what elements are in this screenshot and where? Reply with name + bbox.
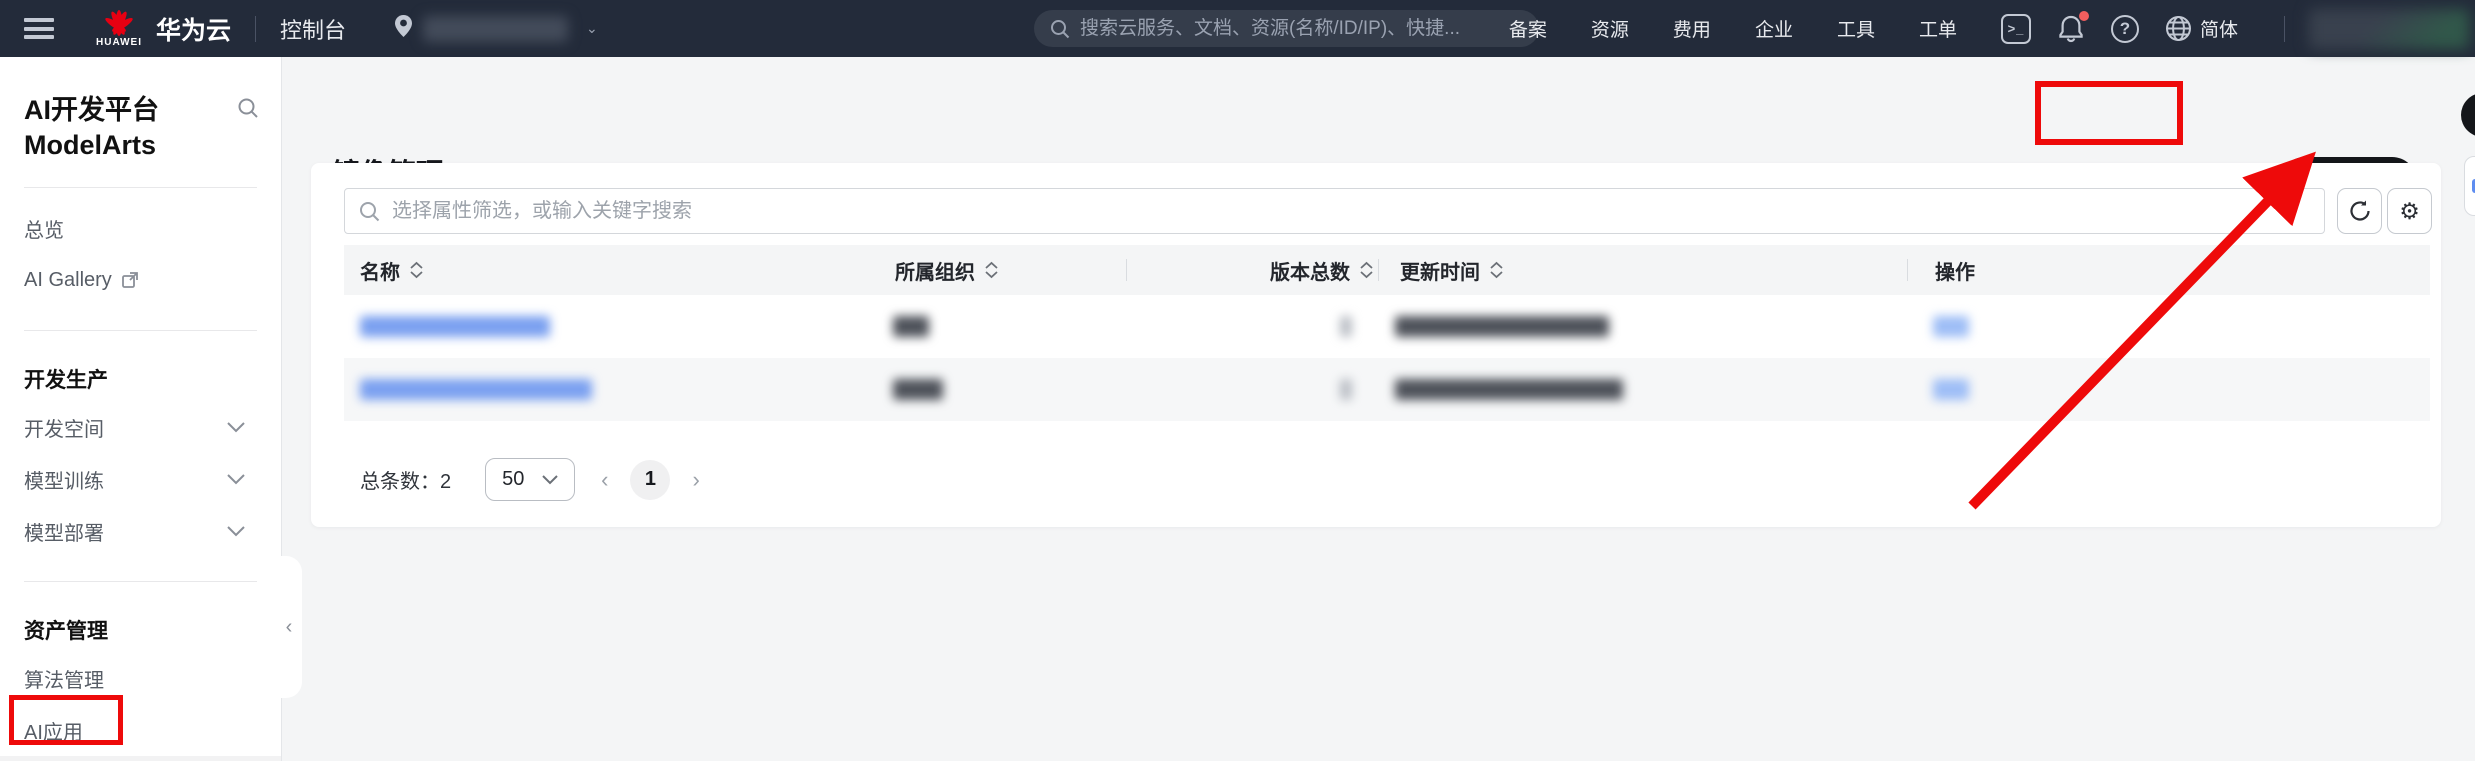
sidebar: AI开发平台 ModelArts 总览 AI Gallery 开发生产 开发空间… (0, 57, 282, 761)
sidebar-collapse-handle[interactable]: ‹ (276, 556, 302, 698)
search-icon (360, 201, 380, 221)
sidebar-section-dev: 开发生产 (24, 369, 108, 393)
search-icon (1051, 19, 1070, 38)
nav-link-billing[interactable]: 费用 (1673, 15, 1711, 42)
notifications-button[interactable] (2057, 10, 2089, 44)
pagination: 总条数：2 50 ‹ 1 › (360, 458, 700, 501)
table-settings-button[interactable]: ⚙ (2387, 188, 2432, 234)
refresh-icon (2349, 200, 2370, 221)
action-link-redacted[interactable] (1933, 379, 1969, 400)
top-navbar: HUAWEI 华为云 控制台 ⌄ 备案 资源 费用 企业 工具 工单 (0, 0, 2475, 57)
modelarts-image-management-screen: HUAWEI 华为云 控制台 ⌄ 备案 资源 费用 企业 工具 工单 (0, 0, 2475, 761)
help-button[interactable]: ? (2110, 14, 2139, 43)
gear-icon: ⚙ (2399, 197, 2420, 224)
global-search[interactable] (1034, 10, 1539, 47)
divider (24, 330, 257, 332)
language-label: 简体 (2199, 20, 2238, 41)
refresh-button[interactable] (2337, 188, 2382, 234)
column-divider (1907, 259, 1908, 281)
divider (24, 187, 257, 189)
terminal-icon: >_ (2000, 13, 2031, 44)
nav-link-resources[interactable]: 资源 (1591, 15, 1629, 42)
nav-link-enterprise[interactable]: 企业 (1755, 15, 1793, 42)
images-table: 名称 所属组织 版本总数 更新时间 操作 (344, 245, 2430, 421)
sidebar-item-ai-gallery[interactable]: AI Gallery (0, 254, 281, 306)
huawei-logo-text: HUAWEI (96, 37, 142, 48)
updated-time-cell-redacted (1395, 316, 1609, 337)
console-link[interactable]: 控制台 (280, 13, 346, 45)
version-count-cell-redacted (1340, 316, 1352, 337)
chevron-left-icon: ‹ (285, 615, 293, 638)
image-name-link-redacted[interactable] (360, 316, 550, 337)
nav-divider (2284, 15, 2285, 42)
hamburger-menu-icon[interactable] (24, 18, 54, 39)
globe-icon (2165, 16, 2191, 41)
chevron-down-icon (227, 520, 245, 543)
chevron-down-icon (542, 474, 558, 484)
column-divider (1126, 259, 1127, 281)
image-name-link-redacted[interactable] (360, 379, 592, 400)
column-header-actions: 操作 (1935, 261, 1975, 284)
huawei-logo[interactable]: HUAWEI (96, 9, 142, 48)
current-page-button[interactable]: 1 (630, 459, 671, 500)
global-search-input[interactable] (1080, 17, 1510, 40)
nav-link-tools[interactable]: 工具 (1837, 15, 1875, 42)
account-menu-redacted[interactable] (2309, 8, 2469, 49)
main-content: 镜像管理 PC PyCharm插件 ModelArts SDK 使用指南 注册镜… (283, 57, 2475, 761)
column-header-name[interactable]: 名称 (360, 256, 424, 285)
sidebar-item-dev-space[interactable]: 开发空间 (0, 401, 281, 453)
table-header-row: 名称 所属组织 版本总数 更新时间 操作 (344, 245, 2430, 295)
sidebar-title: AI开发平台 ModelArts (24, 95, 159, 161)
sidebar-item-model-training[interactable]: 模型训练 (0, 453, 281, 505)
floating-toolbar-partial[interactable] (2464, 156, 2475, 216)
filter-search-input[interactable] (392, 199, 2292, 223)
nav-divider (255, 15, 257, 42)
page-size-select[interactable]: 50 (485, 458, 576, 501)
region-caret-icon[interactable]: ⌄ (586, 20, 598, 37)
image-list-panel: ⚙ 名称 所属组织 (311, 163, 2441, 527)
column-divider (1378, 259, 1379, 281)
next-page-button[interactable]: › (692, 467, 699, 493)
external-link-icon (121, 271, 139, 289)
sidebar-section-assets: 资产管理 (24, 620, 108, 644)
help-icon: ? (2110, 14, 2139, 43)
column-header-organization[interactable]: 所属组织 (895, 256, 999, 285)
organization-cell-redacted (893, 379, 943, 400)
brand-name[interactable]: 华为云 (156, 11, 231, 47)
updated-time-cell-redacted (1395, 379, 1623, 400)
cli-terminal-button[interactable]: >_ (2000, 13, 2031, 44)
prev-page-button[interactable]: ‹ (601, 467, 608, 493)
sidebar-item-ai-application[interactable]: AI应用 (0, 704, 281, 756)
sort-icon[interactable] (984, 261, 999, 279)
filter-search-bar[interactable] (344, 188, 2325, 234)
region-pin-icon (394, 14, 413, 43)
sidebar-search-icon[interactable] (237, 97, 259, 124)
chevron-down-icon (227, 468, 245, 491)
sidebar-item-overview[interactable]: 总览 (0, 202, 281, 254)
nav-link-tickets[interactable]: 工单 (1919, 15, 1957, 42)
sidebar-item-model-deploy[interactable]: 模型部署 (0, 505, 281, 557)
sort-icon[interactable] (1489, 261, 1504, 279)
organization-cell-redacted (893, 316, 929, 337)
language-switcher[interactable]: 简体 (2165, 15, 2238, 42)
sort-icon[interactable] (409, 261, 424, 279)
table-row[interactable] (344, 358, 2430, 421)
notification-badge (2078, 10, 2089, 21)
sidebar-item-image-management[interactable]: 镜像管理 (0, 756, 281, 761)
table-row[interactable] (344, 295, 2430, 358)
sort-icon[interactable] (1359, 261, 1374, 279)
total-count-label: 总条数：2 (360, 471, 452, 493)
column-header-updated-time[interactable]: 更新时间 (1400, 256, 1504, 285)
sidebar-item-algorithm-management[interactable]: 算法管理 (0, 652, 281, 704)
huawei-flower-icon (105, 10, 133, 36)
column-header-version-count[interactable]: 版本总数 (1249, 256, 1374, 285)
chevron-down-icon (227, 416, 245, 439)
nav-link-beian[interactable]: 备案 (1509, 15, 1547, 42)
action-link-redacted[interactable] (1933, 316, 1969, 337)
region-selector-redacted[interactable] (423, 15, 569, 42)
divider (24, 581, 257, 583)
version-count-cell-redacted (1340, 379, 1352, 400)
